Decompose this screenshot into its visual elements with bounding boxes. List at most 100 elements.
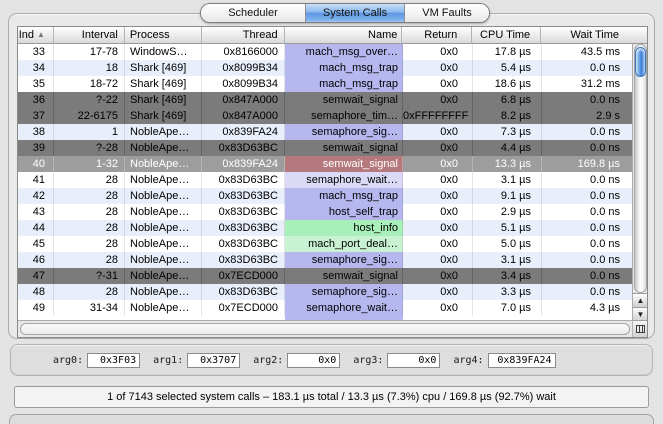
table-row[interactable]: 381NobleApe…0x839FA24semaphore_sig…0x07.…	[18, 124, 632, 140]
vertical-scroll-track[interactable]	[634, 44, 647, 293]
cell-interval: 18-72	[54, 76, 125, 92]
column-header-return[interactable]: Return	[402, 27, 472, 44]
cell-thread: 0x83D63BC	[202, 220, 285, 236]
table-row[interactable]: 39?-28NobleApe…0x83D63BCsemwait_signal0x…	[18, 140, 632, 156]
table-row[interactable]: 36?-22Shark [469]0x847A000semwait_signal…	[18, 92, 632, 108]
cell-process: NobleApe…	[125, 172, 202, 188]
table-header: Ind▲IntervalProcessThreadNameReturnCPU T…	[18, 27, 647, 44]
cell-wait: 0.0 ns	[542, 188, 632, 204]
horizontal-scrollbar[interactable]	[18, 320, 632, 337]
cell-cpu: 17.8 µs	[473, 44, 542, 60]
cell-process: NobleApe…	[125, 124, 202, 140]
scroll-up-button[interactable]: ▲	[633, 293, 648, 307]
cell-process: NobleApe…	[125, 204, 202, 220]
cell-process: NobleApe…	[125, 188, 202, 204]
cell-wait: 2.9 s	[542, 108, 632, 124]
column-resize-widget[interactable]	[632, 320, 647, 337]
cell-thread: 0x83D63BC	[202, 188, 285, 204]
column-header-cpu[interactable]: CPU Time	[472, 27, 541, 44]
arg0-field[interactable]	[87, 353, 140, 368]
table-row[interactable]: 4228NobleApe…0x83D63BCmach_msg_trap0x09.…	[18, 188, 632, 204]
cell-thread: 0x839FA24	[202, 124, 285, 140]
table-row[interactable]: 4628NobleApe…0x83D63BCsemaphore_sig…0x03…	[18, 252, 632, 268]
cell-ind: 49	[18, 300, 54, 316]
scroll-down-button[interactable]: ▼	[633, 307, 648, 321]
cell-wait: 31.2 ms	[542, 76, 632, 92]
cell-wait: 0.0 ns	[542, 140, 632, 156]
table-row[interactable]: 4328NobleApe…0x83D63BChost_self_trap0x02…	[18, 204, 632, 220]
cell-ind: 47	[18, 268, 54, 284]
cell-process: WindowS…	[125, 44, 202, 60]
cell-interval: 31-34	[54, 300, 125, 316]
cell-thread: 0x7ECD000	[202, 268, 285, 284]
table-row[interactable]: 47?-31NobleApe…0x7ECD000semwait_signal0x…	[18, 268, 632, 284]
table-row[interactable]: 3518-72Shark [469]0x8099B34mach_msg_trap…	[18, 76, 632, 92]
arg3-field[interactable]	[387, 353, 440, 368]
cell-interval: 18	[54, 60, 125, 76]
arg2-field[interactable]	[287, 353, 340, 368]
table-row[interactable]: 3418Shark [469]0x8099B34mach_msg_trap0x0…	[18, 60, 632, 76]
arg4-field[interactable]	[488, 353, 556, 368]
column-header-name[interactable]: Name	[285, 27, 403, 44]
cell-ind: 33	[18, 44, 54, 60]
cell-process: Shark [469]	[125, 60, 202, 76]
cell-thread: 0x8166000	[202, 44, 285, 60]
cell-cpu: 13.3 µs	[473, 156, 542, 172]
column-header-thread[interactable]: Thread	[202, 27, 285, 44]
table-row[interactable]: 4931-34NobleApe…0x7ECD000semaphore_wait……	[18, 300, 632, 316]
args-bar: arg0:arg1:arg2:arg3:arg4:	[10, 344, 653, 376]
cell-process: NobleApe…	[125, 236, 202, 252]
column-header-interval[interactable]: Interval	[54, 27, 125, 44]
column-header-process[interactable]: Process	[125, 27, 202, 44]
cell-return: 0x0	[403, 44, 473, 60]
cell-interval: 28	[54, 204, 125, 220]
cell-return: 0x0	[403, 76, 473, 92]
cell-wait: 0.0 ns	[542, 284, 632, 300]
tab-scheduler[interactable]: Scheduler	[201, 4, 305, 22]
cell-ind: 42	[18, 188, 54, 204]
cell-name: semaphore_sig…	[285, 284, 403, 300]
column-header-filler	[631, 27, 647, 44]
cell-interval: 28	[54, 220, 125, 236]
table-row[interactable]: 4428NobleApe…0x83D63BChost_info0x05.1 µs…	[18, 220, 632, 236]
tab-system-calls[interactable]: System Calls	[305, 4, 405, 22]
arg1-label: arg1:	[153, 355, 183, 366]
column-header-ind[interactable]: Ind▲	[18, 27, 54, 44]
cell-thread: 0x83D63BC	[202, 252, 285, 268]
vertical-scroll-thumb[interactable]	[635, 47, 646, 77]
status-text: 1 of 7143 selected system calls – 183.1 …	[107, 391, 556, 403]
cell-name: mach_port_deal…	[285, 236, 403, 252]
tab-vm-faults[interactable]: VM Faults	[405, 4, 489, 22]
cell-wait: 0.0 ns	[542, 92, 632, 108]
table-row[interactable]: 4828NobleApe…0x83D63BCsemaphore_sig…0x03…	[18, 284, 632, 300]
cell-interval: 28	[54, 236, 125, 252]
cell-name: mach_msg_trap	[285, 188, 403, 204]
cell-wait: 0.0 ns	[542, 124, 632, 140]
arg1-field[interactable]	[187, 353, 240, 368]
cell-wait: 0.0 ns	[542, 60, 632, 76]
cell-process: NobleApe…	[125, 300, 202, 316]
cell-wait: 0.0 ns	[542, 268, 632, 284]
cell-ind: 39	[18, 140, 54, 156]
table-row[interactable]: 3317-78WindowS…0x8166000mach_msg_over…0x…	[18, 44, 632, 60]
cell-ind: 38	[18, 124, 54, 140]
vertical-scrollbar[interactable]: ▲ ▼	[632, 44, 647, 321]
cell-cpu: 2.9 µs	[473, 204, 542, 220]
table-row[interactable]: 401-32NobleApe…0x839FA24semwait_signal0x…	[18, 156, 632, 172]
horizontal-scroll-track[interactable]	[20, 323, 630, 335]
cell-ind: 36	[18, 92, 54, 108]
cell-process: NobleApe…	[125, 268, 202, 284]
table-row[interactable]: 4128NobleApe…0x83D63BCsemaphore_wait…0x0…	[18, 172, 632, 188]
cell-name: mach_msg_over…	[285, 44, 403, 60]
table-row[interactable]: 4528NobleApe…0x83D63BCmach_port_deal…0x0…	[18, 236, 632, 252]
cell-process: NobleApe…	[125, 140, 202, 156]
cell-name: semwait_signal	[285, 268, 403, 284]
cell-wait: 43.5 ms	[542, 44, 632, 60]
table-row[interactable]: 3722-6175Shark [469]0x847A000semaphore_t…	[18, 108, 632, 124]
cell-name: semwait_signal	[285, 92, 403, 108]
cell-process: Shark [469]	[125, 92, 202, 108]
column-header-wait[interactable]: Wait Time	[541, 27, 631, 44]
cell-cpu: 3.1 µs	[473, 252, 542, 268]
arg2-group: arg2:	[253, 353, 340, 368]
cell-interval: 28	[54, 284, 125, 300]
